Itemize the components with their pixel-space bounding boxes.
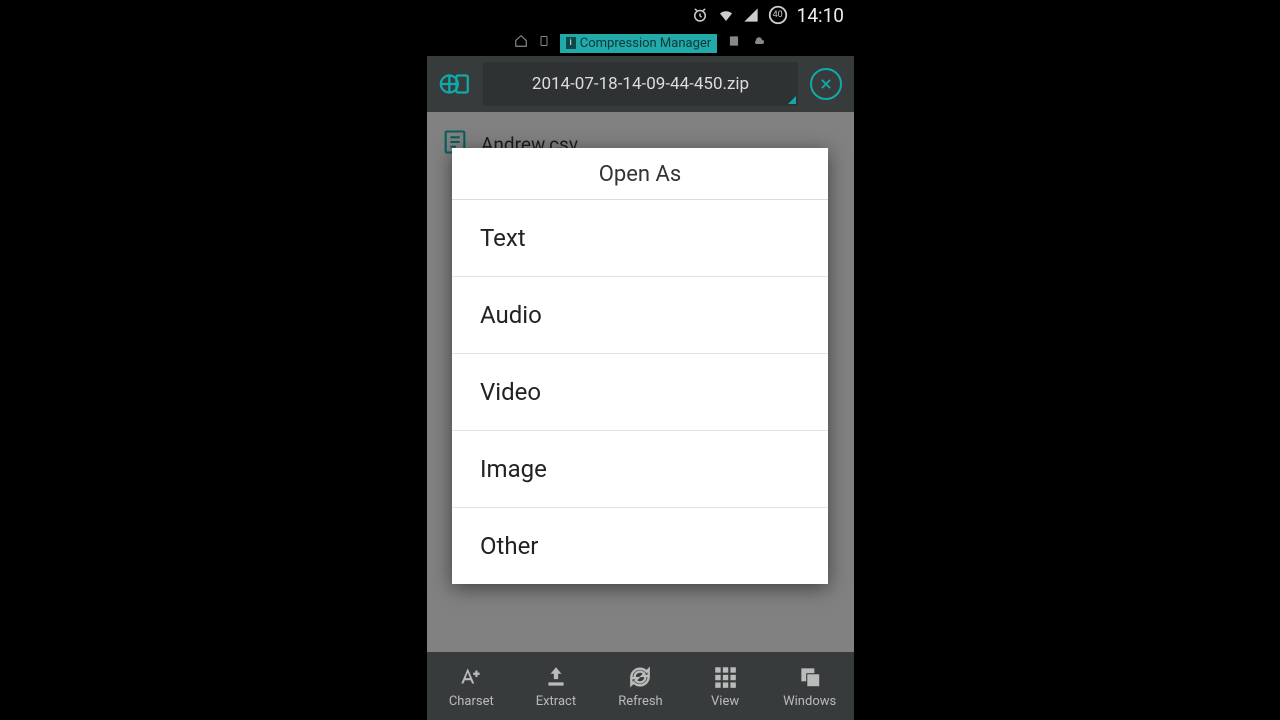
bottom-bar: Charset Extract Refresh View [427, 652, 854, 720]
bottom-item-charset[interactable]: Charset [429, 663, 514, 709]
bottom-label: View [711, 694, 739, 709]
status-bar: 40 14:10 [427, 0, 854, 30]
device-icon[interactable] [538, 34, 550, 52]
grid-icon [712, 663, 738, 691]
bottom-item-extract[interactable]: Extract [514, 663, 599, 709]
app-logo-icon[interactable] [433, 62, 477, 106]
battery-icon: 40 [767, 4, 789, 26]
bottom-item-refresh[interactable]: Refresh [598, 663, 683, 709]
app-tab-compression-manager[interactable]: i Compression Manager [560, 34, 717, 53]
dialog-option-text[interactable]: Text [452, 200, 828, 277]
bottom-label: Extract [536, 694, 576, 709]
recent-apps-bar: i Compression Manager [427, 30, 854, 56]
extract-icon [543, 663, 569, 691]
bottom-label: Windows [783, 694, 836, 709]
open-as-dialog: Open As Text Audio Video Image Other [452, 148, 828, 584]
bottom-label: Refresh [618, 694, 662, 709]
archive-name: 2014-07-18-14-09-44-450.zip [532, 74, 749, 94]
dialog-option-other[interactable]: Other [452, 508, 828, 584]
clock: 14:10 [797, 4, 844, 27]
dialog-option-video[interactable]: Video [452, 354, 828, 431]
dialog-option-audio[interactable]: Audio [452, 277, 828, 354]
dialog-title: Open As [452, 148, 828, 200]
tab-app-icon: i [566, 37, 576, 49]
bottom-label: Charset [449, 694, 494, 709]
toolbar: 2014-07-18-14-09-44-450.zip [427, 56, 854, 112]
bottom-item-windows[interactable]: Windows [767, 663, 852, 709]
sd-icon[interactable] [727, 34, 741, 52]
alarm-icon [691, 6, 709, 24]
signal-icon [743, 7, 759, 23]
dialog-option-image[interactable]: Image [452, 431, 828, 508]
bottom-item-view[interactable]: View [683, 663, 768, 709]
windows-icon [797, 663, 823, 691]
charset-icon [456, 663, 486, 691]
close-button[interactable] [810, 68, 842, 100]
wifi-icon [717, 6, 735, 24]
app-tab-label: Compression Manager [580, 36, 711, 51]
home-icon[interactable] [514, 34, 528, 52]
archive-title[interactable]: 2014-07-18-14-09-44-450.zip [483, 62, 798, 106]
cloud-icon[interactable] [751, 35, 767, 51]
refresh-icon [627, 663, 653, 691]
